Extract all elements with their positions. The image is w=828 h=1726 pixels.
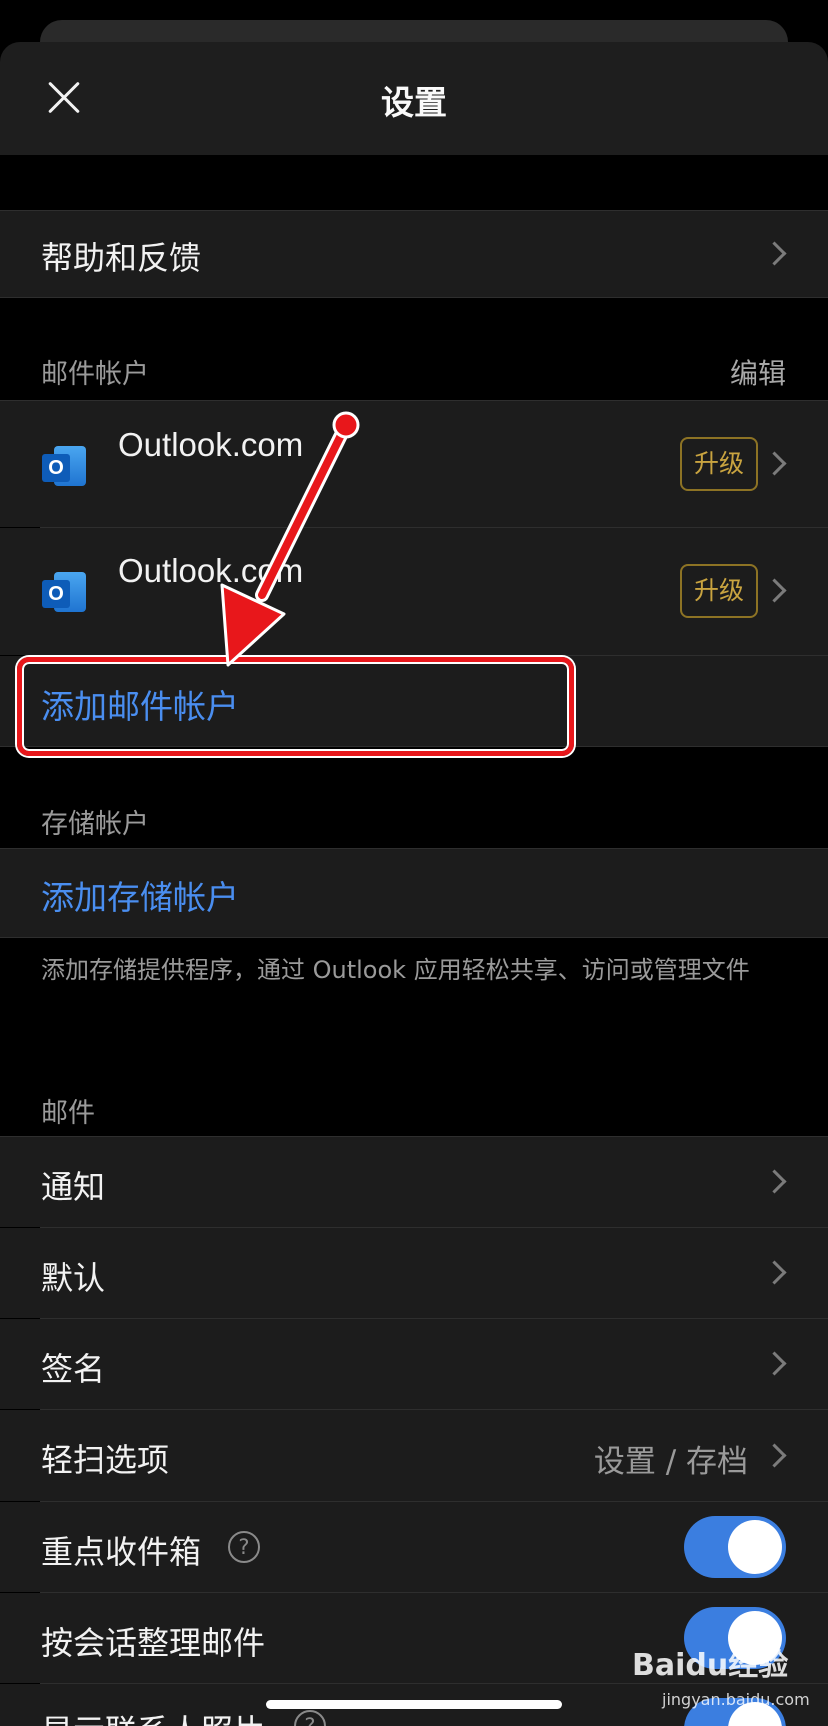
swipe-options-value: 设置 / 存档 bbox=[593, 1444, 748, 1480]
signature-row[interactable]: 签名 bbox=[0, 1319, 828, 1409]
home-indicator[interactable] bbox=[266, 1700, 562, 1709]
chevron-right-icon bbox=[762, 451, 787, 476]
focused-inbox-row: 重点收件箱 ? bbox=[0, 1502, 828, 1592]
settings-screen: 设置 帮助和反馈 邮件帐户 编辑 O Outlook.com 升级 O Outl… bbox=[0, 0, 828, 1726]
signature-label: 签名 bbox=[41, 1350, 106, 1388]
edit-accounts-button[interactable]: 编辑 bbox=[730, 352, 786, 392]
notifications-label: 通知 bbox=[41, 1168, 106, 1206]
help-icon[interactable]: ? bbox=[228, 1531, 260, 1563]
divider bbox=[0, 937, 828, 938]
account-name: Outlook.com bbox=[118, 426, 304, 463]
watermark-url: jingyan.baidu.com bbox=[662, 1690, 810, 1709]
chevron-right-icon bbox=[762, 1443, 787, 1468]
settings-header: 设置 bbox=[0, 42, 828, 155]
focused-inbox-label: 重点收件箱 bbox=[41, 1533, 202, 1571]
help-feedback-row[interactable]: 帮助和反馈 bbox=[0, 211, 828, 297]
storage-footnote: 添加存储提供程序，通过 Outlook 应用轻松共享、访问或管理文件 bbox=[41, 956, 750, 984]
defaults-label: 默认 bbox=[41, 1259, 106, 1297]
outlook-icon: O bbox=[42, 572, 86, 612]
defaults-row[interactable]: 默认 bbox=[0, 1228, 828, 1318]
help-feedback-label: 帮助和反馈 bbox=[41, 239, 202, 277]
mail-accounts-section-title: 邮件帐户 bbox=[41, 359, 149, 390]
annotation-highlight bbox=[17, 657, 574, 756]
chevron-right-icon bbox=[762, 1351, 787, 1376]
swipe-options-label: 轻扫选项 bbox=[41, 1441, 170, 1479]
chevron-right-icon bbox=[762, 578, 787, 603]
upgrade-badge[interactable]: 升级 bbox=[680, 437, 758, 491]
mail-account-row[interactable]: O Outlook.com 升级 bbox=[0, 401, 828, 527]
mail-section-title: 邮件 bbox=[41, 1098, 95, 1129]
watermark-brand: Baidu经验 bbox=[632, 1648, 789, 1683]
page-title: 设置 bbox=[381, 83, 447, 122]
chevron-right-icon bbox=[762, 1169, 787, 1194]
add-storage-account-button[interactable]: 添加存储帐户 bbox=[41, 871, 239, 919]
chevron-right-icon bbox=[762, 1260, 787, 1285]
account-name: Outlook.com bbox=[118, 552, 304, 589]
notifications-row[interactable]: 通知 bbox=[0, 1137, 828, 1227]
outlook-icon: O bbox=[42, 446, 86, 486]
divider bbox=[0, 297, 828, 298]
add-storage-account-row[interactable]: 添加存储帐户 bbox=[0, 849, 828, 937]
conversation-threading-label: 按会话整理邮件 bbox=[41, 1624, 266, 1662]
contact-photos-label: 显示联系人照片 bbox=[41, 1706, 265, 1726]
swipe-options-row[interactable]: 轻扫选项 设置 / 存档 bbox=[0, 1410, 828, 1501]
help-icon[interactable]: ? bbox=[294, 1710, 326, 1726]
focused-inbox-toggle[interactable] bbox=[684, 1516, 786, 1578]
mail-account-row[interactable]: O Outlook.com 升级 bbox=[0, 528, 828, 655]
upgrade-badge[interactable]: 升级 bbox=[680, 564, 758, 618]
toggle-knob bbox=[728, 1520, 782, 1574]
storage-accounts-section-title: 存储帐户 bbox=[41, 809, 149, 840]
chevron-right-icon bbox=[762, 241, 787, 266]
